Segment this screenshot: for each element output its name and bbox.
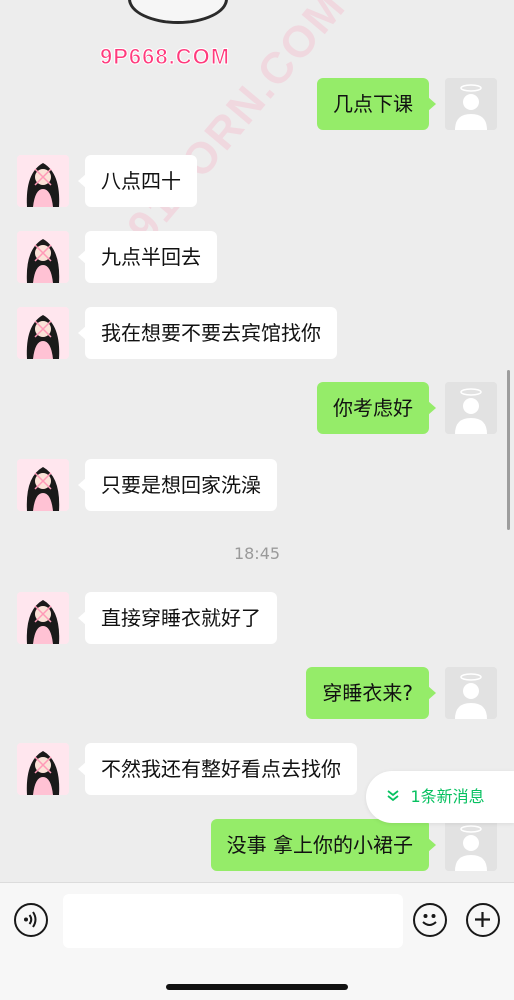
contact-avatar[interactable] — [17, 155, 69, 207]
home-indicator[interactable] — [166, 984, 348, 990]
double-chevron-down-icon — [386, 790, 404, 806]
message-bubble-incoming[interactable]: 九点半回去 — [78, 231, 217, 283]
contact-avatar[interactable] — [17, 592, 69, 644]
contact-avatar[interactable] — [17, 459, 69, 511]
my-avatar[interactable] — [445, 382, 497, 434]
voice-button[interactable] — [14, 903, 48, 937]
more-button[interactable] — [466, 903, 500, 937]
message-bubble-incoming[interactable]: 八点四十 — [78, 155, 197, 207]
message-bubble-outgoing[interactable]: 没事 拿上你的小裙子 — [210, 819, 437, 871]
new-messages-label: 1条新消息 — [410, 787, 485, 806]
my-avatar[interactable] — [445, 78, 497, 130]
emoji-icon — [422, 914, 437, 926]
message-bubble-incoming[interactable]: 直接穿睡衣就好了 — [78, 592, 277, 644]
message-bubble-outgoing[interactable]: 穿睡衣来? — [306, 667, 436, 719]
message-bubble-incoming[interactable]: 我在想要不要去宾馆找你 — [78, 307, 337, 359]
message-bubble-incoming[interactable]: 不然我还有整好看点去找你 — [78, 743, 357, 795]
avatar-top-partial — [128, 0, 228, 24]
emoji-button[interactable] — [413, 903, 447, 937]
message-bubble-outgoing[interactable]: 几点下课 — [317, 78, 436, 130]
input-toolbar — [0, 882, 514, 1000]
my-avatar[interactable] — [445, 819, 497, 871]
message-input[interactable] — [63, 894, 403, 948]
watermark-site: 9P668.COM — [99, 44, 231, 70]
my-avatar[interactable] — [445, 667, 497, 719]
new-messages-button[interactable]: 1条新消息 — [366, 771, 514, 823]
scrollbar[interactable] — [507, 370, 510, 530]
message-timestamp: 18:45 — [233, 544, 281, 563]
contact-avatar[interactable] — [17, 307, 69, 359]
contact-avatar[interactable] — [17, 231, 69, 283]
message-bubble-outgoing[interactable]: 你考虑好 — [317, 382, 436, 434]
voice-icon — [24, 911, 37, 928]
contact-avatar[interactable] — [17, 743, 69, 795]
message-bubble-incoming[interactable]: 只要是想回家洗澡 — [78, 459, 277, 511]
plus-icon — [475, 912, 490, 927]
